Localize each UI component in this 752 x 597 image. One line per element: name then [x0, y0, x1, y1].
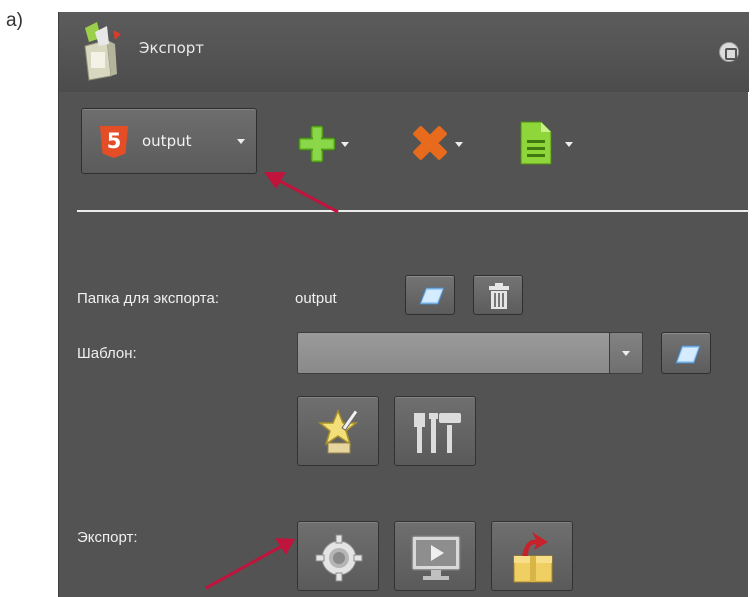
template-label: Шаблон: [77, 345, 137, 362]
template-wizard-icon [317, 409, 359, 454]
delete-folder-button[interactable] [473, 275, 523, 315]
publish-button[interactable] [491, 521, 573, 591]
export-panel: Экспорт 5 output Папка для экспорта: out… [58, 12, 749, 597]
close-icon[interactable] [409, 122, 451, 164]
browse-template-button[interactable] [661, 332, 711, 374]
export-label: Экспорт: [77, 529, 138, 546]
format-label: output [142, 132, 192, 150]
format-dropdown[interactable]: 5 output [81, 108, 257, 174]
export-app-icon [84, 22, 121, 81]
tools-icon [414, 413, 461, 453]
folder-icon [419, 287, 445, 305]
chevron-down-icon [237, 139, 245, 144]
package-icon [513, 532, 553, 583]
document-icon[interactable] [519, 120, 553, 166]
export-folder-label: Папка для экспорта: [77, 290, 220, 307]
export-settings-button[interactable] [297, 521, 379, 591]
plus-icon[interactable] [297, 124, 337, 164]
export-folder-value: output [295, 290, 337, 307]
template-select[interactable] [297, 332, 643, 374]
folder-icon [675, 345, 701, 364]
add-dropdown-icon[interactable] [341, 142, 349, 147]
preview-button[interactable] [394, 521, 476, 591]
template-dropdown-button[interactable] [609, 332, 643, 374]
browse-folder-button[interactable] [405, 275, 455, 315]
remove-dropdown-icon[interactable] [455, 142, 463, 147]
monitor-play-icon [411, 535, 461, 580]
gear-icon [315, 534, 363, 582]
edit-template-button[interactable] [394, 396, 476, 466]
new-template-button[interactable] [297, 396, 379, 466]
trash-icon [489, 283, 509, 309]
pin-icon[interactable] [719, 42, 739, 62]
html5-icon: 5 [100, 126, 128, 158]
toolbar-divider [77, 210, 749, 212]
figure-label: а) [6, 10, 23, 31]
panel-title: Экспорт [139, 39, 205, 57]
document-dropdown-icon[interactable] [565, 142, 573, 147]
panel-titlebar: Экспорт [59, 12, 749, 92]
chevron-down-icon [622, 351, 630, 356]
